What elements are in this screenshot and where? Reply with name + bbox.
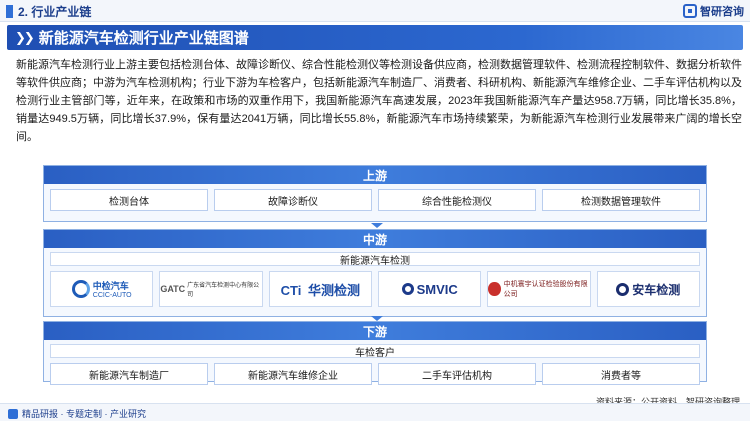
- downstream-item: 消费者等: [542, 363, 700, 385]
- company-logo-smvic: SMVIC: [377, 271, 482, 307]
- smvic-ring-icon: [401, 283, 414, 295]
- gatc-sub: 广东省汽车检测中心有限公司: [187, 283, 260, 298]
- upstream-item: 综合性能检测仪: [378, 189, 536, 211]
- smvic-name: SMVIC: [416, 281, 458, 297]
- company-logo-ccic-auto: 中检汽车 CCIC-AUTO: [50, 271, 154, 307]
- downstream-item: 新能源汽车制造厂: [50, 363, 208, 385]
- ccic-name: 中检汽车: [92, 281, 129, 291]
- downstream-sub-label: 车检客户: [50, 344, 700, 359]
- downstream-header: 下游: [44, 322, 706, 340]
- company-logo-anche: 安车检测: [596, 271, 700, 307]
- upstream-section: 上游 检测台体 故障诊断仪 综合性能检测仪 检测数据管理软件: [43, 165, 707, 222]
- cti-sub: 华测检测: [307, 282, 360, 298]
- footer-tagline: 精品研报 · 专题定制 · 产业研究: [22, 409, 146, 419]
- upstream-item: 检测数据管理软件: [542, 189, 700, 211]
- double-chevron-icon: ❯❯: [15, 29, 35, 45]
- ccic-sub: CCIC-AUTO: [92, 292, 132, 299]
- down-arrow-icon: [371, 223, 383, 228]
- cti-logo: CTi 华测检测: [281, 280, 360, 299]
- section-title: 2. 行业产业链: [18, 5, 92, 19]
- midstream-section: 中游 新能源汽车检测 中检汽车 CCIC-AUTO GATC 广东省汽车检测中心…: [43, 229, 707, 317]
- midstream-header: 中游: [44, 230, 706, 248]
- gatc-logo: GATC 广东省汽车检测中心有限公司: [160, 280, 261, 298]
- anche-ring-icon: [616, 282, 630, 296]
- upstream-item: 检测台体: [50, 189, 208, 211]
- section-marker-icon: [6, 5, 13, 18]
- section-heading: 2. 行业产业链: [6, 3, 91, 20]
- intro-paragraph: 新能源汽车检测行业上游主要包括检测台体、故障诊断仪、综合性能检测仪等检测设备供应…: [16, 59, 742, 143]
- upstream-items: 检测台体 故障诊断仪 综合性能检测仪 检测数据管理软件: [44, 184, 706, 211]
- footer: 精品研报 · 专题定制 · 产业研究: [0, 403, 750, 421]
- downstream-item: 新能源汽车维修企业: [214, 363, 372, 385]
- brand-name: 智研咨询: [700, 6, 744, 18]
- ccic-ring-icon: [71, 280, 90, 298]
- upstream-item: 故障诊断仪: [214, 189, 372, 211]
- smvic-logo: SMVIC: [401, 281, 458, 297]
- company-logo-gatc: GATC 广东省汽车检测中心有限公司: [159, 271, 263, 307]
- brand-icon: [683, 4, 697, 18]
- top-header: 2. 行业产业链 智研咨询: [0, 0, 750, 22]
- cti-name: CTi: [280, 282, 302, 298]
- cnas-name: 中机寰宇认证检验股份有限公司: [503, 281, 588, 298]
- page-title: 新能源汽车检测行业产业链图谱: [38, 30, 249, 47]
- company-logo-cnas: 中机寰宇认证检验股份有限公司: [487, 271, 591, 307]
- footer-tagline-area: 精品研报 · 专题定制 · 产业研究: [8, 407, 146, 420]
- upstream-header: 上游: [44, 166, 706, 184]
- downstream-item: 二手车评估机构: [378, 363, 536, 385]
- ccic-auto-logo: 中检汽车 CCIC-AUTO: [71, 279, 132, 299]
- downstream-section: 下游 车检客户 新能源汽车制造厂 新能源汽车维修企业 二手车评估机构 消费者等: [43, 321, 707, 385]
- seal-icon: [488, 282, 501, 296]
- gatc-name: GATC: [160, 284, 186, 294]
- company-logo-cti: CTi 华测检测: [268, 271, 372, 307]
- anche-logo: 安车检测: [616, 281, 680, 298]
- downstream-items: 新能源汽车制造厂 新能源汽车维修企业 二手车评估机构 消费者等: [44, 358, 706, 385]
- anche-name: 安车检测: [632, 282, 681, 297]
- company-logos: 中检汽车 CCIC-AUTO GATC 广东省汽车检测中心有限公司 CTi 华测…: [44, 266, 706, 307]
- main-title-bar: ❯❯ 新能源汽车检测行业产业链图谱: [7, 25, 743, 50]
- cnas-seal-logo: 中机寰宇认证检验股份有限公司: [488, 279, 589, 299]
- brand-logo-area: 智研咨询: [683, 3, 744, 19]
- midstream-sub-label: 新能源汽车检测: [50, 252, 700, 267]
- footer-logo-icon: [8, 408, 18, 419]
